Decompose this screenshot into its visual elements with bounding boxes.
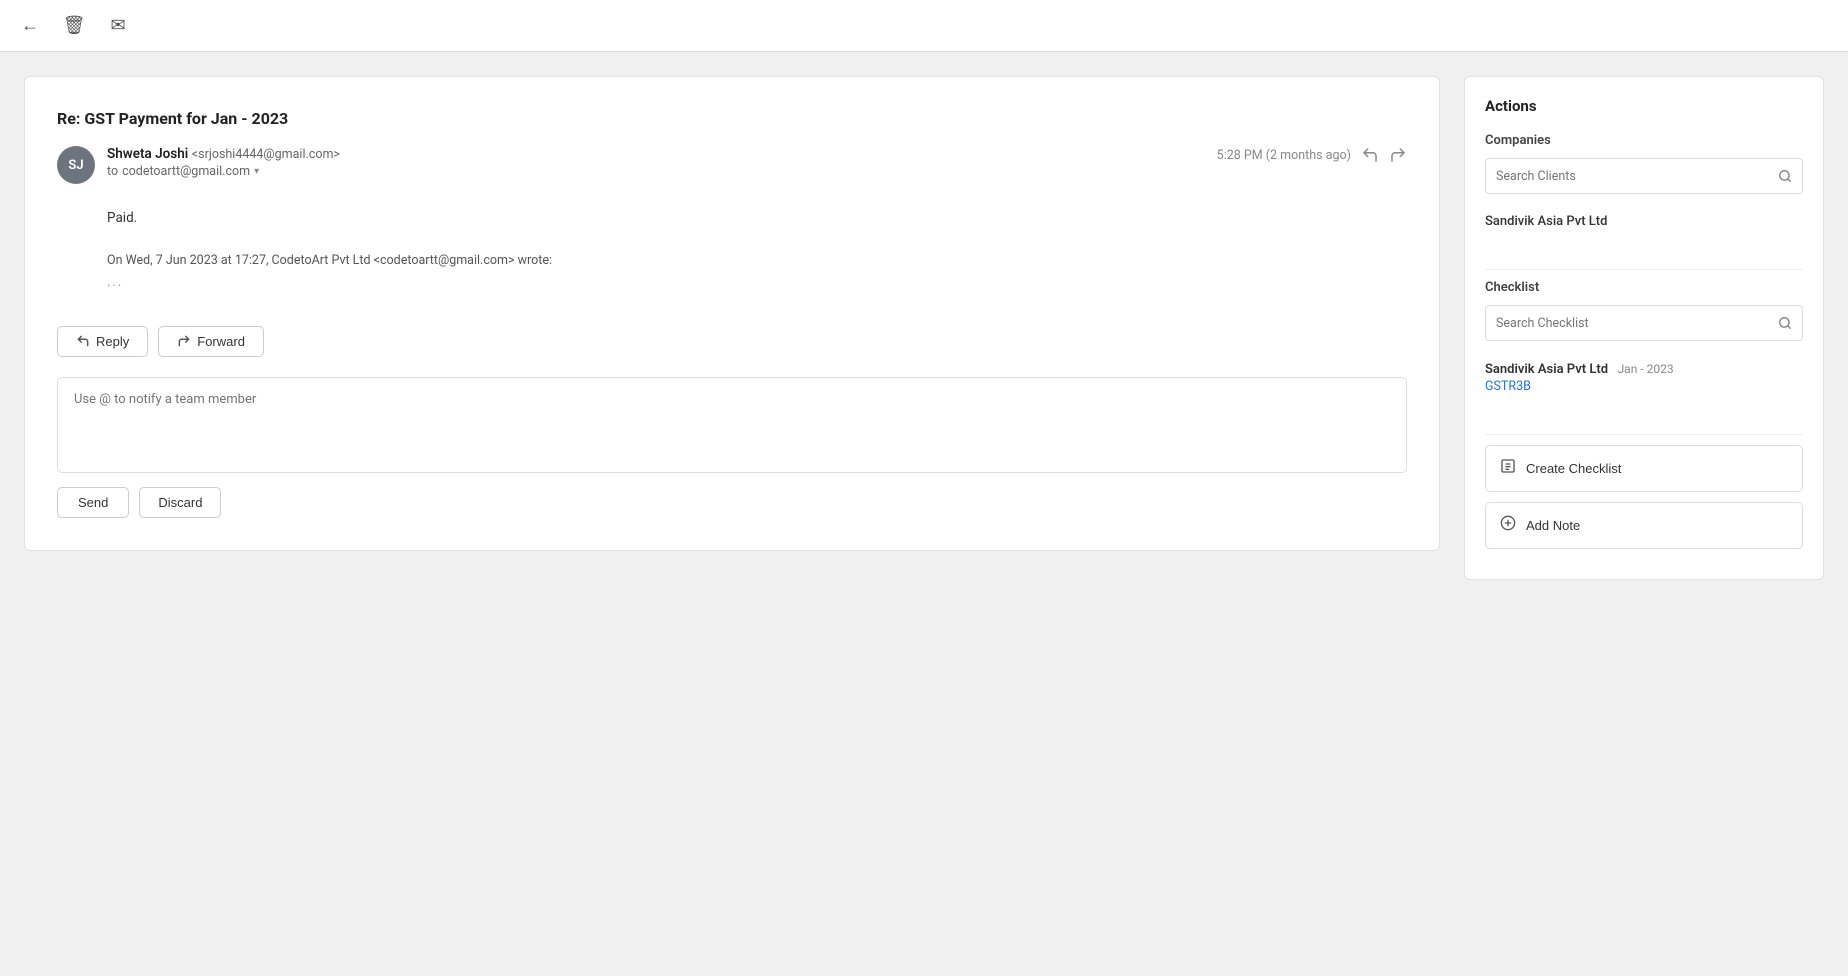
checklist-company: Sandivik Asia Pvt Ltd [1485,362,1608,377]
reply-button[interactable]: Reply [57,326,148,357]
create-checklist-icon [1500,458,1516,479]
add-note-icon [1500,515,1516,536]
checklist-search-box [1485,305,1803,341]
sidebar-title: Actions [1485,97,1803,115]
company-item: Sandivik Asia Pvt Ltd [1485,206,1803,237]
reply-icon[interactable] [1361,146,1379,164]
forward-btn-icon [177,334,191,348]
email-body: Paid. On Wed, 7 Jun 2023 at 17:27, Codet… [57,200,1407,318]
sender-email: <srjoshi4444@gmail.com> [192,147,340,162]
add-note-button[interactable]: Add Note [1485,502,1803,549]
email-pane: Re: GST Payment for Jan - 2023 SJ Shweta… [24,76,1440,551]
checklist-search-button[interactable] [1768,306,1802,340]
main-layout: Re: GST Payment for Jan - 2023 SJ Shweta… [0,52,1848,976]
avatar: SJ [57,146,95,184]
divider-1 [1485,269,1803,270]
forward-icon[interactable] [1389,146,1407,164]
toolbar: ← 🗑 ✉ [0,0,1848,52]
sender-to-row: to codetoartt@gmail.com ▾ [107,164,340,179]
to-dropdown-icon[interactable]: ▾ [254,166,259,177]
reply-textarea[interactable] [58,378,1406,468]
companies-label: Companies [1485,133,1803,148]
delete-button[interactable]: 🗑 [60,12,88,40]
checklist-item-header: Sandivik Asia Pvt Ltd Jan - 2023 [1485,361,1803,377]
to-label: to [107,164,118,179]
companies-search-input[interactable] [1486,161,1768,192]
sender-row: SJ Shweta Joshi <srjoshi4444@gmail.com> … [57,146,340,184]
checklist-label: Checklist [1485,280,1803,295]
email-meta: 5:28 PM (2 months ago) [1217,146,1407,164]
sender-info: Shweta Joshi <srjoshi4444@gmail.com> to … [107,146,340,179]
discard-button[interactable]: Discard [139,487,221,518]
email-timestamp: 5:28 PM (2 months ago) [1217,148,1351,163]
divider-2 [1485,434,1803,435]
search-icon [1778,169,1792,183]
companies-search-button[interactable] [1768,159,1802,193]
sender-name-line: Shweta Joshi <srjoshi4444@gmail.com> [107,146,340,162]
search-icon [1778,316,1792,330]
actions-sidebar: Actions Companies Sandivik Asia Pvt Ltd … [1464,76,1824,580]
create-checklist-button[interactable]: Create Checklist [1485,445,1803,492]
reply-box [57,377,1407,473]
email-action-buttons: Reply Forward [57,326,1407,357]
send-button[interactable]: Send [57,487,129,518]
companies-search-box [1485,158,1803,194]
quoted-ellipsis[interactable]: ··· [107,277,1407,298]
sender-name: Shweta Joshi [107,146,188,162]
checklist-item: Sandivik Asia Pvt Ltd Jan - 2023 GSTR3B [1485,353,1803,402]
email-body-line1: Paid. [107,208,1407,230]
checklist-search-input[interactable] [1486,308,1768,339]
quoted-date: On Wed, 7 Jun 2023 at 17:27, CodetoArt P… [107,251,1407,271]
checklist-date: Jan - 2023 [1618,362,1674,376]
companies-section: Companies Sandivik Asia Pvt Ltd [1485,133,1803,237]
reply-btn-icon [76,334,90,348]
back-button[interactable]: ← [16,12,44,40]
to-address: codetoartt@gmail.com [122,164,250,179]
checklist-tag[interactable]: GSTR3B [1485,379,1803,394]
reply-footer: Send Discard [57,487,1407,518]
checklist-section: Checklist Sandivik Asia Pvt Ltd Jan - 20… [1485,280,1803,402]
forward-button[interactable]: Forward [158,326,264,357]
email-subject: Re: GST Payment for Jan - 2023 [57,109,1407,128]
archive-button[interactable]: ✉ [104,12,132,40]
email-header: SJ Shweta Joshi <srjoshi4444@gmail.com> … [57,146,1407,184]
